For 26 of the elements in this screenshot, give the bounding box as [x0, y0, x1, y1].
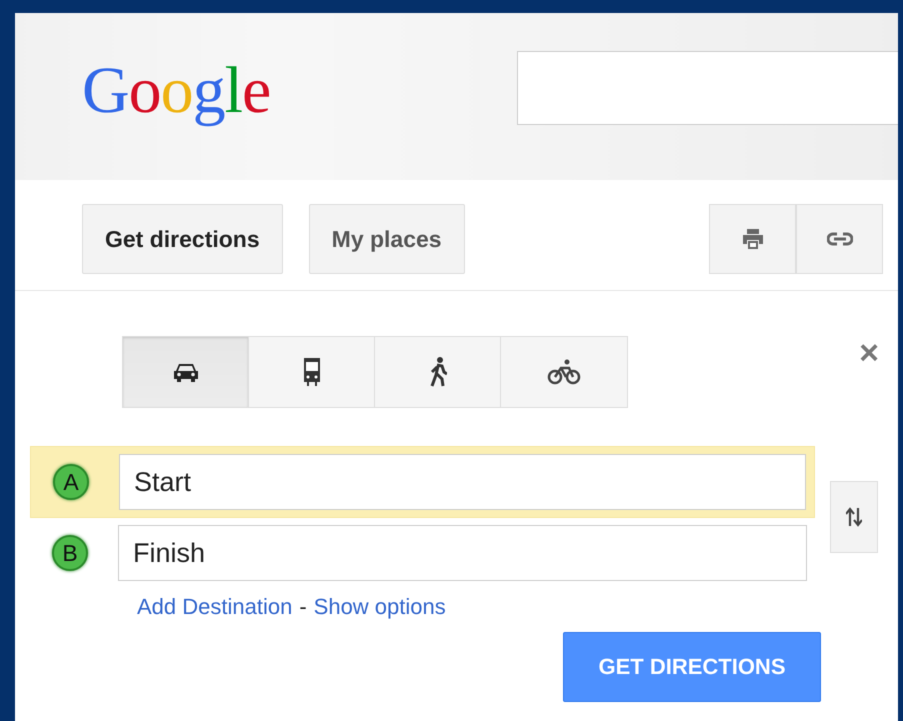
walking-person-icon: [428, 357, 446, 387]
bicycle-icon: [547, 359, 581, 385]
swap-icon: [846, 507, 862, 527]
waypoint-marker: B: [52, 535, 88, 571]
link-separator: -: [299, 594, 307, 620]
google-logo: Google: [82, 52, 272, 128]
car-mode-tab[interactable]: [123, 337, 249, 407]
bus-icon: [302, 358, 322, 386]
link-icon: [826, 232, 852, 246]
toolbar-button[interactable]: My places: [308, 204, 465, 274]
waypoint-field[interactable]: Finish: [118, 525, 807, 581]
search-field[interactable]: [517, 51, 898, 125]
close-button[interactable]: ×: [855, 336, 883, 370]
car-icon: [172, 362, 198, 382]
link-button[interactable]: [796, 204, 883, 274]
transit-mode-tab[interactable]: [249, 337, 375, 407]
printer-icon: [742, 229, 764, 249]
walk-mode-tab[interactable]: [375, 337, 501, 407]
waypoint-marker: A: [53, 464, 89, 500]
swap-button[interactable]: [830, 481, 878, 553]
toolbar-button[interactable]: Get directions: [82, 204, 283, 274]
print-button[interactable]: [709, 204, 796, 274]
add-destination-link[interactable]: Add Destination: [137, 594, 292, 620]
waypoint-field[interactable]: Start: [119, 454, 806, 510]
bike-mode-tab[interactable]: [501, 337, 627, 407]
show-options-link[interactable]: Show options: [314, 594, 446, 620]
